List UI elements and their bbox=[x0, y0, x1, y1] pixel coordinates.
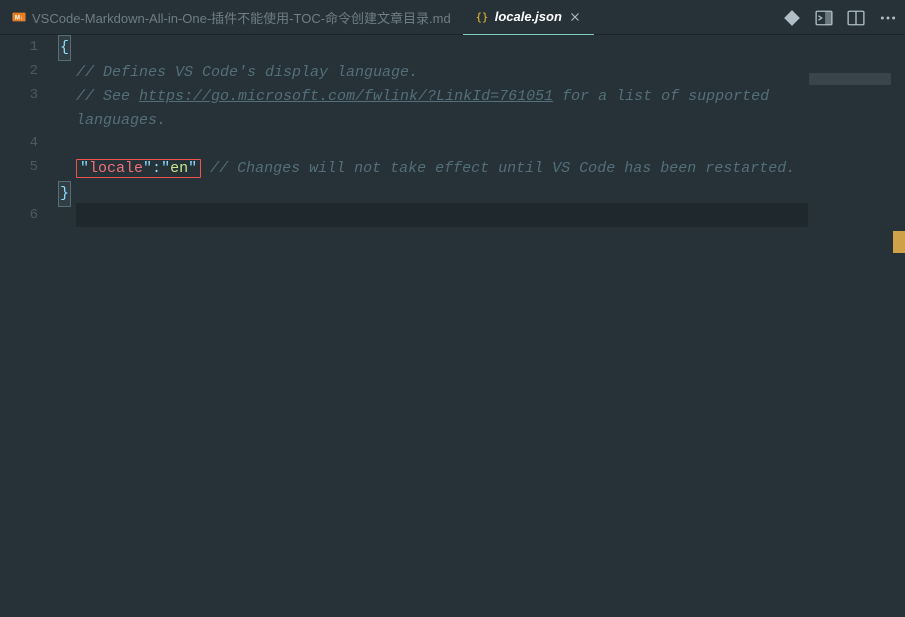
line-number: 3 bbox=[0, 83, 38, 131]
comment: // Changes will not take effect until VS… bbox=[210, 160, 795, 177]
open-changes-icon[interactable] bbox=[783, 9, 801, 27]
brace-close: } bbox=[58, 181, 71, 207]
comment: // See https://go.microsoft.com/fwlink/?… bbox=[76, 88, 778, 129]
colon: : bbox=[152, 160, 161, 177]
tab-locale-json[interactable]: {} locale.json bbox=[463, 0, 594, 35]
line-number: 5 bbox=[0, 155, 38, 203]
close-icon[interactable] bbox=[568, 10, 582, 24]
code-line[interactable]: "locale":"en" // Changes will not take e… bbox=[58, 157, 798, 181]
comment-text: // See bbox=[76, 88, 139, 105]
more-icon[interactable] bbox=[879, 9, 897, 27]
code-line-empty[interactable] bbox=[58, 133, 798, 157]
json-key: locale bbox=[89, 160, 143, 177]
quote: " bbox=[188, 160, 197, 177]
code-line[interactable]: } bbox=[58, 181, 798, 207]
titlebar-actions bbox=[783, 0, 897, 35]
line-number: 6 bbox=[0, 203, 38, 227]
editor[interactable]: 1 2 3 4 5 6 { // Defines VS Code's displ… bbox=[0, 35, 905, 617]
code-line[interactable]: // See https://go.microsoft.com/fwlink/?… bbox=[58, 85, 798, 133]
line-number: 2 bbox=[0, 59, 38, 83]
scrollbar-marker bbox=[893, 231, 905, 253]
toggle-layout-icon[interactable] bbox=[847, 9, 865, 27]
markdown-icon: M↓ bbox=[12, 10, 26, 24]
link[interactable]: https://go.microsoft.com/fwlink/?LinkId=… bbox=[139, 88, 553, 105]
code-line[interactable]: { bbox=[58, 35, 798, 61]
quote: " bbox=[80, 160, 89, 177]
tab-label: locale.json bbox=[495, 9, 562, 24]
svg-text:M↓: M↓ bbox=[15, 15, 23, 22]
brace-open: { bbox=[58, 35, 71, 61]
tab-label: VSCode-Markdown-All-in-One-插件不能使用-TOC-命令… bbox=[32, 8, 451, 27]
split-right-icon[interactable] bbox=[815, 9, 833, 27]
code-line[interactable]: // Defines VS Code's display language. bbox=[58, 61, 798, 85]
json-icon: {} bbox=[475, 10, 489, 24]
tabbar: M↓ VSCode-Markdown-All-in-One-插件不能使用-TOC… bbox=[0, 0, 905, 35]
scrollbar-track[interactable] bbox=[893, 70, 905, 617]
quote: " bbox=[143, 160, 152, 177]
json-string: en bbox=[170, 160, 188, 177]
line-number: 4 bbox=[0, 131, 38, 155]
tab-markdown-file[interactable]: M↓ VSCode-Markdown-All-in-One-插件不能使用-TOC… bbox=[0, 0, 463, 35]
quote: " bbox=[161, 160, 170, 177]
minimap[interactable] bbox=[809, 73, 891, 85]
comment: // Defines VS Code's display language. bbox=[76, 64, 418, 81]
locale-setting-highlight: "locale":"en" bbox=[76, 159, 201, 178]
svg-text:{}: {} bbox=[475, 11, 488, 23]
line-number: 1 bbox=[0, 35, 38, 59]
gutter: 1 2 3 4 5 6 bbox=[0, 35, 58, 617]
code-area[interactable]: { // Defines VS Code's display language.… bbox=[58, 35, 905, 617]
